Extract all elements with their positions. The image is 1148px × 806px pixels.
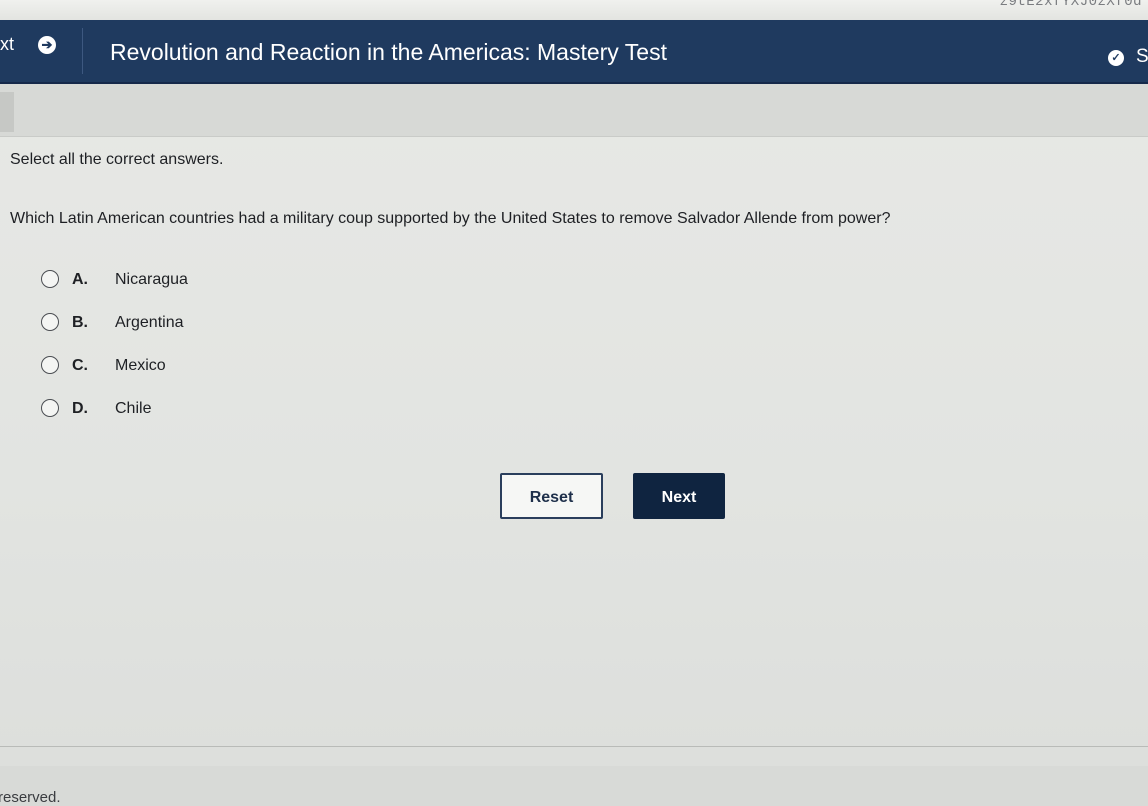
option-text[interactable]: Nicaragua — [115, 271, 188, 289]
test-header: xt ➔ Revolution and Reaction in the Amer… — [0, 20, 1148, 84]
question-tab-marker[interactable] — [0, 92, 14, 132]
option-letter: B. — [72, 314, 88, 331]
checkbox-circle-icon[interactable] — [41, 313, 59, 331]
option-letter: D. — [72, 400, 88, 417]
url-fragment: z9tE2xfYXJ0zXf0d — [999, 0, 1142, 10]
footer-band — [0, 766, 1148, 806]
instruction-text: Select all the correct answers. — [10, 151, 224, 168]
check-circle-icon: ✓ — [1108, 50, 1124, 66]
quiz-page: z9tE2xfYXJ0zXf0d xt ➔ Revolution and Rea… — [0, 0, 1148, 806]
footer-divider — [0, 746, 1148, 747]
header-right-label[interactable]: S — [1136, 46, 1148, 68]
next-button[interactable]: Next — [633, 473, 725, 519]
option-text[interactable]: Chile — [115, 400, 151, 418]
header-divider — [82, 28, 83, 74]
checkbox-circle-icon[interactable] — [41, 270, 59, 288]
option-letter: C. — [72, 357, 88, 374]
answer-options: A. Nicaragua B. Argentina C. Mexico D. C… — [40, 268, 340, 440]
browser-url-strip: z9tE2xfYXJ0zXf0d — [0, 0, 1148, 20]
option-b[interactable]: B. Argentina — [40, 311, 340, 354]
question-prompt: Which Latin American countries had a mil… — [10, 210, 891, 227]
option-text[interactable]: Mexico — [115, 357, 166, 375]
option-a[interactable]: A. Nicaragua — [40, 268, 340, 311]
checkbox-circle-icon[interactable] — [41, 399, 59, 417]
reset-button[interactable]: Reset — [500, 473, 603, 519]
page-title: Revolution and Reaction in the Americas:… — [110, 39, 667, 65]
arrow-right-circle-icon[interactable]: ➔ — [38, 36, 56, 54]
copyright-text: reserved. — [0, 789, 61, 806]
option-c[interactable]: C. Mexico — [40, 354, 340, 397]
checkbox-circle-icon[interactable] — [41, 356, 59, 374]
option-d[interactable]: D. Chile — [40, 397, 340, 440]
option-letter: A. — [72, 271, 88, 288]
question-nav-band — [0, 84, 1148, 137]
option-text[interactable]: Argentina — [115, 314, 184, 332]
prev-label[interactable]: xt — [0, 34, 14, 55]
